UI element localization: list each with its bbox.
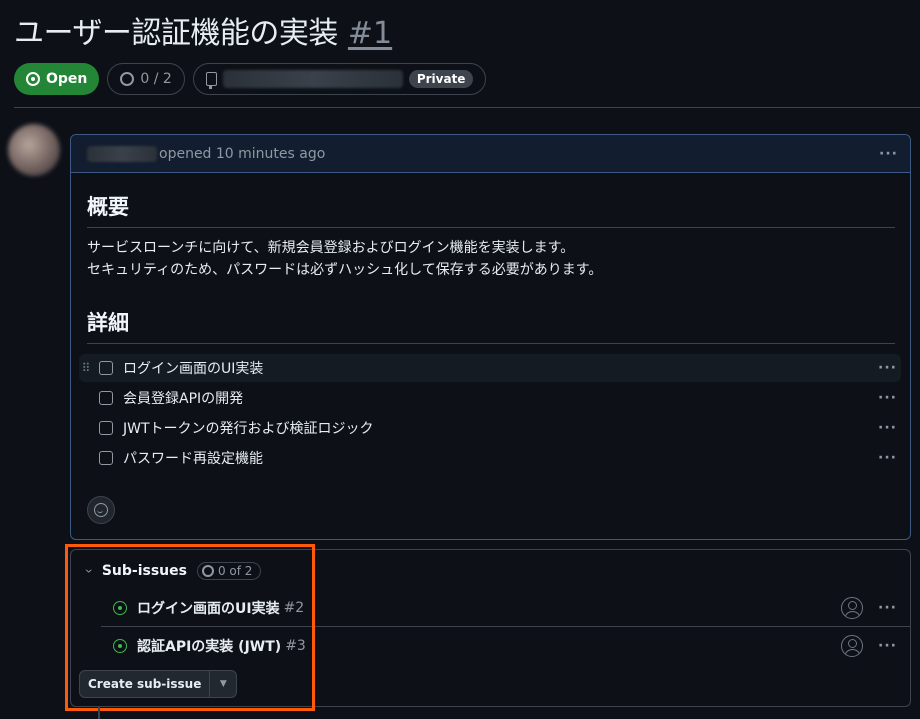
sub-issues-header[interactable]: › Sub-issues 0 of 2: [81, 562, 262, 580]
progress-label: 0 / 2: [140, 71, 172, 87]
sub-issues-count: 0 of 2: [217, 564, 253, 578]
create-sub-issue-button-group: Create sub-issue ▼: [79, 670, 238, 698]
smiley-icon: [94, 503, 108, 517]
create-sub-issue-button[interactable]: Create sub-issue: [80, 671, 211, 697]
sub-issues-count-badge: 0 of 2: [196, 562, 262, 580]
issue-header: ユーザー認証機能の実装 #1: [14, 8, 392, 52]
circle-icon: [120, 72, 135, 86]
issue-opened-icon: [26, 72, 40, 86]
task-label: ログイン画面のUI実装: [123, 361, 264, 377]
issue-meta: Open 0 / 2 Private: [14, 63, 487, 95]
sub-issue-title[interactable]: 認証APIの実装 (JWT): [137, 636, 281, 656]
sub-issues-title: Sub-issues: [101, 563, 187, 579]
sub-issue-row[interactable]: ログイン画面のUI実装 #2 ···: [101, 589, 911, 627]
task-checkbox[interactable]: [99, 421, 113, 435]
kebab-icon[interactable]: ···: [878, 600, 897, 616]
visibility-badge: Private: [408, 70, 474, 88]
progress-pill[interactable]: 0 / 2: [107, 63, 185, 95]
status-badge: Open: [14, 63, 100, 95]
sub-issues-panel: › Sub-issues 0 of 2 ログイン画面のUI実装 #2 ··· 認…: [70, 549, 911, 707]
task-label: パスワード再設定機能: [123, 451, 263, 467]
task-item[interactable]: パスワード再設定機能 ···: [79, 444, 901, 472]
kebab-icon[interactable]: ···: [878, 360, 897, 376]
repo-name-redacted: [222, 70, 403, 88]
chevron-down-icon[interactable]: ›: [81, 569, 98, 574]
avatar[interactable]: [8, 124, 60, 176]
person-icon[interactable]: [841, 596, 863, 619]
sub-issue-number: #2: [283, 599, 305, 616]
sub-issue-title[interactable]: ログイン画面のUI実装: [137, 598, 280, 618]
issue-number-link[interactable]: #1: [348, 16, 392, 51]
heading-overview: 概要: [87, 191, 895, 228]
task-item[interactable]: JWTトークンの発行および検証ロジック ···: [79, 414, 901, 442]
status-label: Open: [46, 71, 88, 87]
issue-title: ユーザー認証機能の実装: [14, 16, 338, 51]
sub-issue-number: #3: [285, 638, 306, 654]
task-checkbox[interactable]: [99, 361, 113, 375]
repo-icon: [205, 72, 217, 89]
kebab-icon[interactable]: ···: [878, 450, 897, 466]
kebab-icon[interactable]: ···: [879, 146, 898, 162]
person-icon[interactable]: [841, 635, 863, 657]
grabber-icon[interactable]: ⠿: [79, 361, 93, 375]
kebab-icon[interactable]: ···: [878, 390, 897, 406]
issue-body-comment: opened 10 minutes ago ··· 概要 サービスローンチに向け…: [70, 134, 911, 540]
issue-opened-icon: [113, 600, 127, 615]
timeline-connector: [98, 707, 100, 719]
task-checkbox[interactable]: [99, 451, 113, 465]
task-item[interactable]: 会員登録APIの開発 ···: [79, 384, 901, 412]
comment-header: opened 10 minutes ago ···: [71, 135, 910, 173]
task-label: 会員登録APIの開発: [123, 391, 244, 407]
add-reaction-button[interactable]: [87, 496, 115, 524]
paragraph-line: セキュリティのため、パスワードは必ずハッシュ化して保存する必要があります。: [87, 262, 603, 278]
header-divider: [14, 107, 920, 108]
sub-issue-row[interactable]: 認証APIの実装 (JWT) #3 ···: [101, 627, 911, 665]
comment-timestamp: opened 10 minutes ago: [159, 145, 326, 162]
issue-opened-icon: [113, 639, 127, 653]
overview-paragraph: サービスローンチに向けて、新規会員登録およびログイン機能を実装します。 セキュリ…: [87, 237, 602, 281]
task-checkbox[interactable]: [99, 391, 113, 405]
triangle-down-icon[interactable]: ▼: [210, 671, 236, 697]
circle-icon: [201, 565, 214, 577]
task-label: JWTトークンの発行および検証ロジック: [123, 421, 374, 437]
paragraph-line: サービスローンチに向けて、新規会員登録およびログイン機能を実装します。: [87, 240, 575, 256]
repo-pill[interactable]: Private: [192, 63, 487, 95]
heading-details: 詳細: [87, 307, 895, 344]
task-item[interactable]: ⠿ ログイン画面のUI実装 ···: [79, 354, 901, 382]
author-name-redacted[interactable]: [87, 145, 157, 162]
kebab-icon[interactable]: ···: [878, 638, 897, 654]
kebab-icon[interactable]: ···: [878, 420, 897, 436]
